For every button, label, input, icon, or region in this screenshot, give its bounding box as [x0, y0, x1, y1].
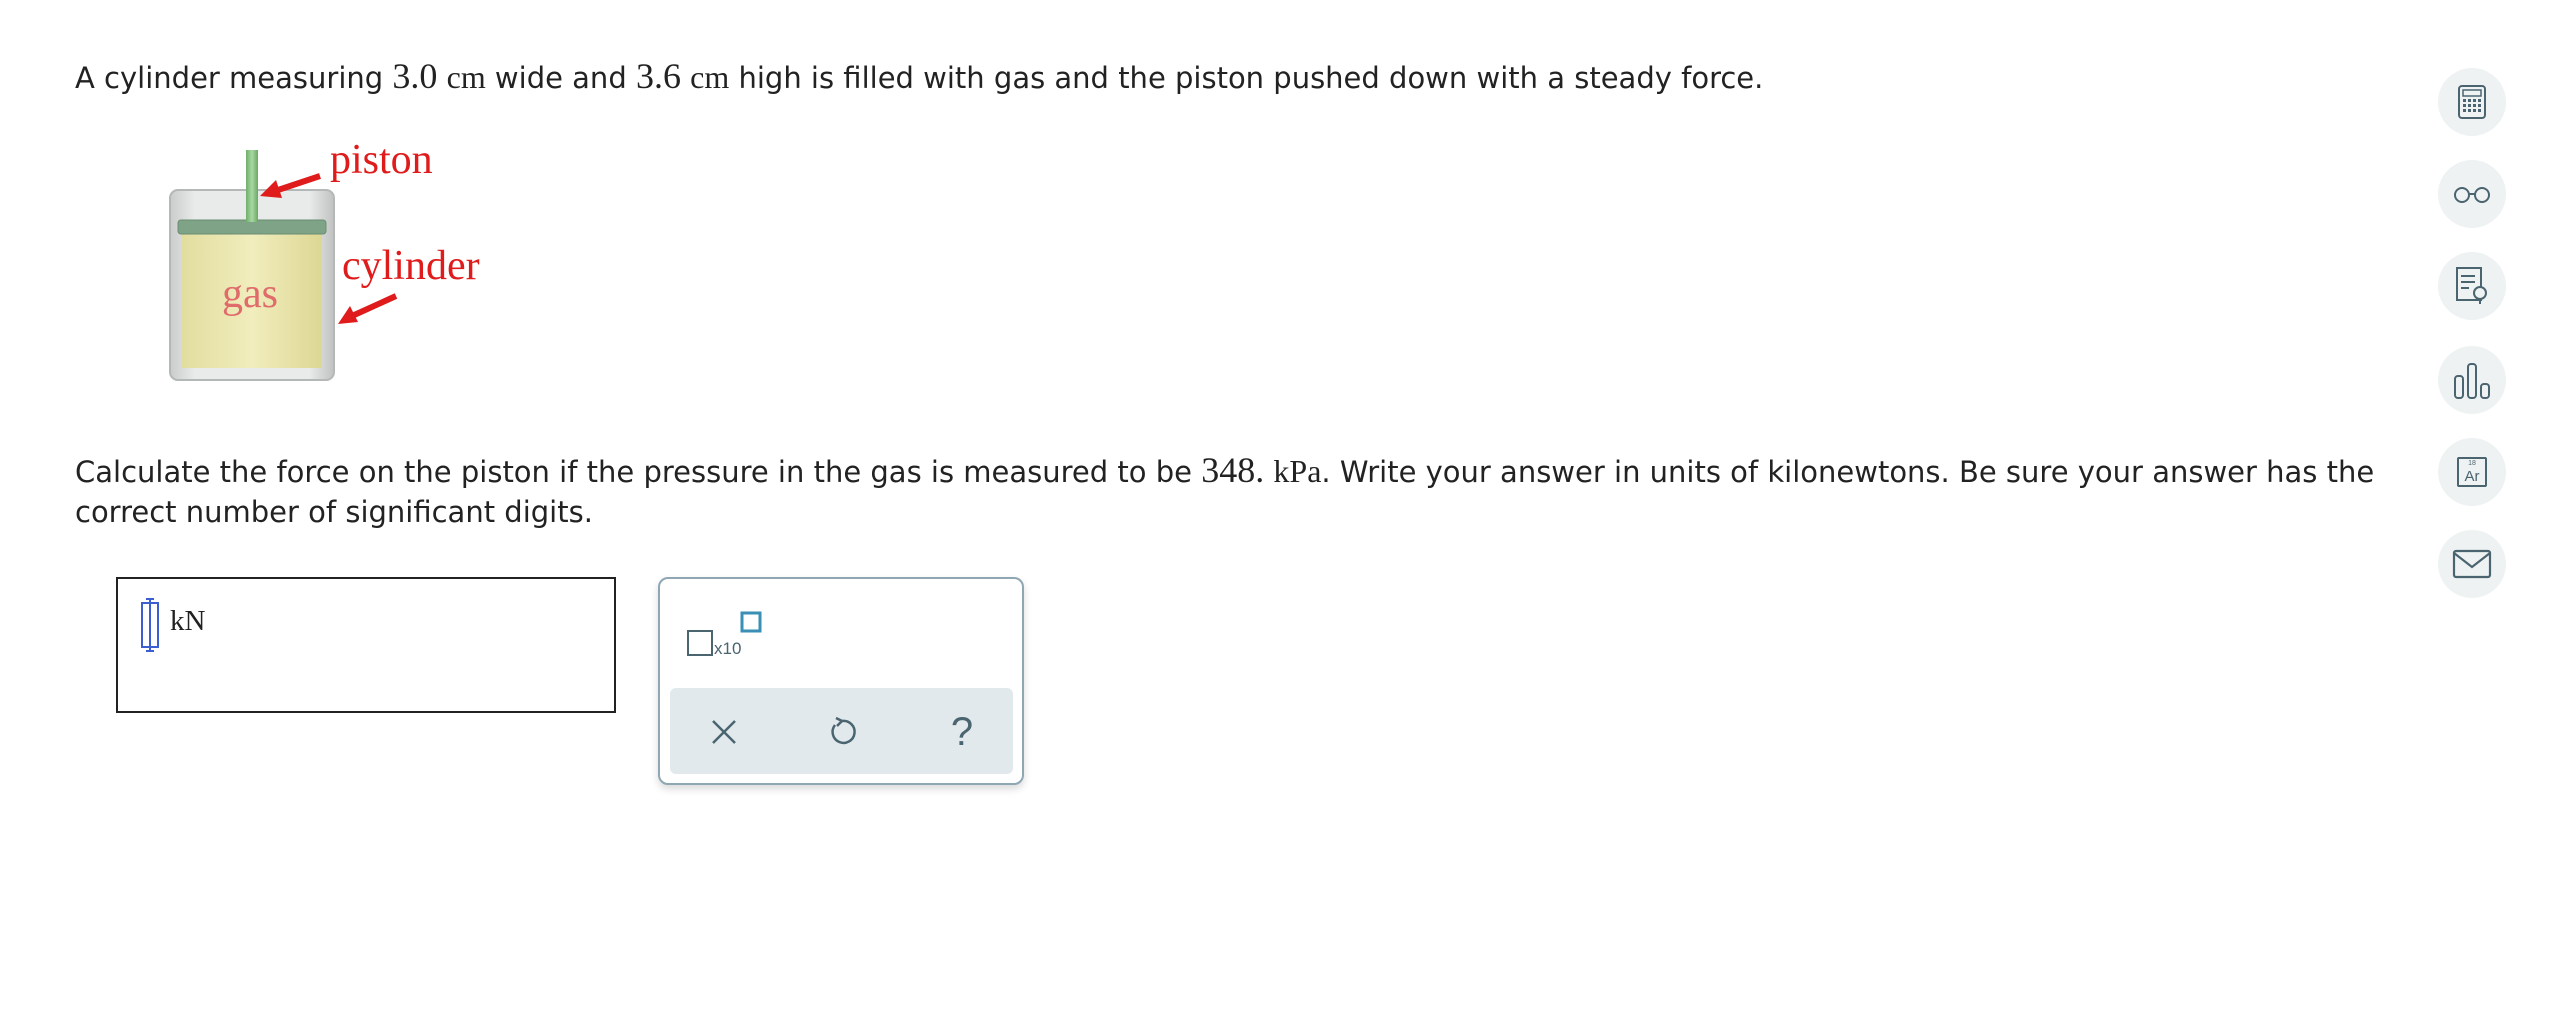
- glasses-icon: [2454, 187, 2490, 203]
- close-icon: [712, 720, 736, 744]
- notes-button[interactable]: [2438, 252, 2506, 320]
- clear-button[interactable]: [694, 702, 754, 762]
- intro-text-1: A cylinder measuring: [75, 61, 393, 95]
- calculator-button[interactable]: [2438, 68, 2506, 136]
- data-chart-button[interactable]: [2438, 346, 2506, 414]
- chart-icon: [2454, 363, 2490, 399]
- sci-notation-label: x10: [714, 639, 742, 658]
- undo-icon: [831, 716, 856, 745]
- notes-icon: [2456, 267, 2487, 304]
- prompt-text-1: Calculate the force on the piston if the…: [75, 455, 1202, 489]
- width-unit: cm: [446, 59, 486, 95]
- message-button[interactable]: [2438, 530, 2506, 598]
- reading-glasses-button[interactable]: [2438, 160, 2506, 228]
- undo-button[interactable]: [812, 702, 872, 762]
- input-cursor-icon: [141, 598, 159, 652]
- label-gas: gas: [222, 271, 278, 317]
- label-piston: piston: [330, 137, 433, 183]
- pressure-unit: kPa: [1273, 453, 1322, 489]
- intro-text-3: high is filled with gas and the piston p…: [729, 61, 1764, 95]
- periodic-table-number: 18: [2468, 460, 2476, 467]
- scientific-notation-button[interactable]: x10: [686, 611, 766, 671]
- height-unit: cm: [690, 59, 730, 95]
- answer-unit: kN: [170, 605, 206, 637]
- cylinder-piston-figure: piston cylinder gas: [160, 137, 520, 400]
- answer-input[interactable]: kN: [116, 577, 616, 713]
- question-prompt: Calculate the force on the piston if the…: [75, 450, 2395, 532]
- calculator-icon: [2458, 85, 2486, 119]
- help-button[interactable]: ?: [932, 702, 992, 762]
- periodic-table-button[interactable]: 18 Ar: [2438, 438, 2506, 506]
- height-value: 3.6: [635, 56, 681, 96]
- question-intro: A cylinder measuring 3.0 cm wide and 3.6…: [75, 56, 2375, 98]
- label-cylinder: cylinder: [342, 243, 480, 289]
- help-icon: ?: [950, 709, 974, 754]
- mail-icon: [2452, 549, 2492, 579]
- pressure-value: 348.: [1201, 450, 1265, 490]
- action-bar: ?: [670, 688, 1013, 774]
- periodic-table-icon: 18 Ar: [2457, 457, 2487, 487]
- answer-tools-panel: x10 ?: [658, 577, 1024, 785]
- intro-text-2: wide and: [485, 61, 636, 95]
- periodic-table-symbol: Ar: [2464, 468, 2480, 485]
- width-value: 3.0: [392, 56, 438, 96]
